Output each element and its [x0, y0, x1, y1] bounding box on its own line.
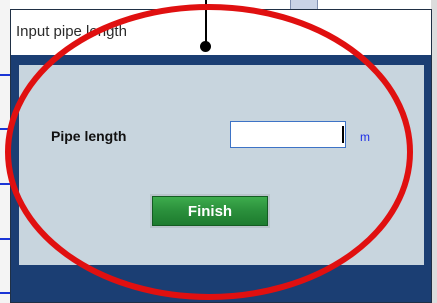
- pipe-length-dialog: Input pipe length Pipe length m Finish: [10, 9, 432, 303]
- background-tick-mark: [0, 183, 10, 185]
- background-tick-mark: [0, 292, 10, 294]
- dialog-titlebar[interactable]: Input pipe length: [11, 10, 431, 55]
- pipe-length-input[interactable]: [230, 121, 346, 148]
- background-tick-mark: [0, 238, 10, 240]
- dialog-title: Input pipe length: [16, 23, 127, 40]
- dialog-content-panel: Pipe length m Finish: [19, 65, 424, 265]
- finish-button[interactable]: Finish: [150, 194, 270, 228]
- pipe-length-label: Pipe length: [51, 128, 127, 144]
- background-tick-mark: [0, 74, 10, 76]
- background-window-top-edge: [10, 0, 437, 8]
- background-window-left-edge: [0, 0, 10, 303]
- annotation-pointer-line: [205, 0, 207, 46]
- screenshot-stage: Input pipe length Pipe length m Finish: [0, 0, 437, 303]
- annotation-pointer-dot: [200, 41, 211, 52]
- background-tick-mark: [0, 128, 10, 130]
- text-cursor: [342, 126, 344, 143]
- unit-label: m: [360, 130, 370, 144]
